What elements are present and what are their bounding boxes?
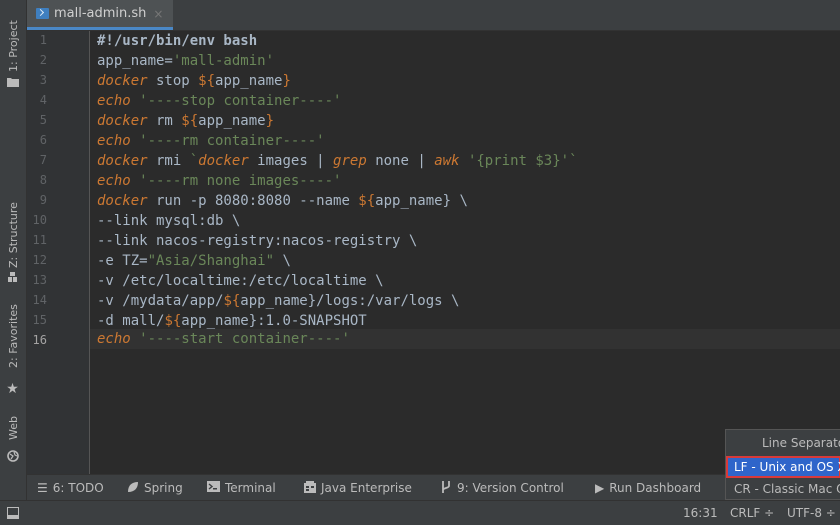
line-number: 5 [39,113,47,127]
java-enterprise-icon [304,480,316,496]
run-dashboard-tool-button[interactable]: ▶ Run Dashboard [595,475,701,501]
code-line-3: docker stop ${app_name} [97,73,291,89]
web-tab-label: Web [7,416,20,440]
branch-icon [440,480,452,496]
line-separator-widget[interactable]: CRLF ÷ [730,501,774,525]
leaf-icon [127,481,139,496]
code-line-1: #!/usr/bin/env bash [97,33,258,49]
line-number: 4 [39,93,47,107]
web-icon [6,449,19,462]
code-line-8: echo '----rm none images----' [97,173,342,189]
favorites-tool-tab[interactable]: 2: Favorites ★ [0,304,26,400]
code-line-5: docker rm ${app_name} [97,113,275,129]
terminal-tool-button[interactable]: Terminal [207,475,276,501]
toggle-tool-windows-icon[interactable] [7,501,19,525]
code-line-7: docker rmi `docker images | grep none | … [97,153,578,169]
spring-tool-button[interactable]: Spring [127,475,183,501]
structure-icon [6,270,19,283]
popup-title: Line Separators [762,436,840,450]
code-line-9: docker run -p 8080:8080 --name ${app_nam… [97,193,468,209]
code-line-4: echo '----stop container----' [97,93,342,109]
project-tab-label: 1: Project [7,20,20,72]
line-number: 8 [39,173,47,187]
editor-tab-bar: mall-admin.sh × [27,0,840,31]
line-separator-option-lf[interactable]: LF - Unix and OS X (\n) [726,456,840,478]
star-icon: ★ [6,380,19,397]
line-number: 14 [32,293,47,307]
line-number: 6 [39,133,47,147]
web-tool-tab[interactable]: Web [0,412,26,467]
line-separator-option-cr[interactable]: CR - Classic Mac OS (\r) [726,478,840,499]
folder-icon [6,75,19,88]
line-number: 12 [32,253,47,267]
left-tool-bar: 1: Project Z: Structure 2: Favorites ★ W… [0,0,27,500]
line-separator-popup: Line Separators LF - Unix and OS X (\n) … [725,429,840,500]
code-line-10: --link mysql:db \ [97,213,241,229]
line-number-gutter: 1 2 3 4 5 6 7 8 9 10 11 12 13 14 15 16 [27,31,90,474]
favorites-tab-label: 2: Favorites [7,304,20,368]
code-line-13: -v /etc/localtime:/etc/localtime \ [97,273,384,289]
structure-tab-label: Z: Structure [7,202,20,268]
java-enterprise-tool-button[interactable]: Java Enterprise [304,475,412,501]
code-line-12: -e TZ="Asia/Shanghai" \ [97,253,291,269]
version-control-tool-button[interactable]: 9: Version Control [440,475,564,501]
code-line-15: -d mall/${app_name}:1.0-SNAPSHOT [97,313,367,329]
line-number: 11 [32,233,47,247]
todo-tool-button[interactable]: ☰ 6: TODO [37,475,104,501]
file-encoding-widget[interactable]: UTF-8 ÷ [787,501,836,525]
terminal-icon [207,481,220,495]
play-icon: ▶ [595,481,605,495]
code-line-6: echo '----rm container----' [97,133,325,149]
editor-tab-mall-admin[interactable]: mall-admin.sh × [27,0,173,30]
line-number: 15 [32,313,47,327]
code-editor[interactable]: #!/usr/bin/env bash app_name='mall-admin… [90,31,840,474]
line-number: 1 [39,33,47,47]
bottom-tool-bar: ☰ 6: TODO Spring Terminal Java Enterpris… [27,474,840,501]
line-number: 2 [39,53,47,67]
code-line-16: echo '----start container----' [97,331,350,347]
line-number: 9 [39,193,47,207]
status-bar: 16:31 CRLF ÷ UTF-8 ÷ [0,500,840,525]
tab-filename: mall-admin.sh [54,6,147,21]
project-tool-tab[interactable]: 1: Project [0,4,26,87]
structure-tool-tab[interactable]: Z: Structure [0,196,26,288]
shell-file-icon [36,8,49,19]
line-number: 13 [32,273,47,287]
code-line-14: -v /mydata/app/${app_name}/logs:/var/log… [97,293,460,309]
list-icon: ☰ [37,481,48,495]
line-number: 7 [39,153,47,167]
code-line-2: app_name='mall-admin' [97,53,275,69]
line-number: 10 [32,213,47,227]
line-number: 3 [39,73,47,87]
caret-position[interactable]: 16:31 [683,501,718,525]
close-icon[interactable]: × [153,7,163,21]
line-number-current: 16 [32,333,47,347]
code-line-11: --link nacos-registry:nacos-registry \ [97,233,418,249]
